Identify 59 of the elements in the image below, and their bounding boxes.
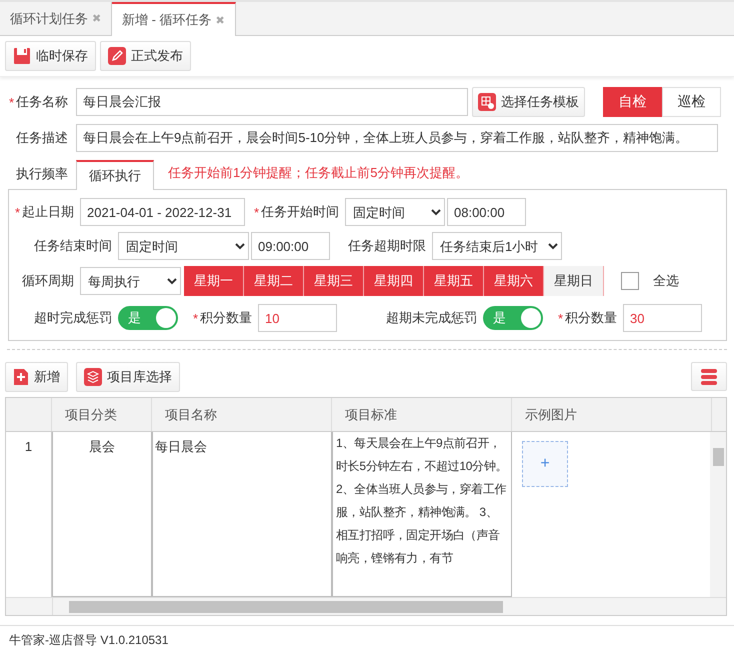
field-label: *积分数量 <box>556 309 618 327</box>
weekday-toggle[interactable]: 星期一 <box>184 266 244 296</box>
vertical-scrollbar[interactable] <box>710 432 726 597</box>
weekday-toggle[interactable]: 星期三 <box>304 266 364 296</box>
save-button[interactable]: 临时保存 <box>5 41 96 71</box>
template-icon <box>478 93 496 111</box>
field-label: *任务开始时间 <box>252 203 340 221</box>
field-label: *起止日期 <box>14 203 75 221</box>
frequency-tab[interactable]: 循环执行 <box>76 160 154 190</box>
field-label: *积分数量 <box>192 309 253 327</box>
add-document-icon <box>13 369 29 385</box>
field-label: 循环周期 <box>21 272 75 290</box>
field-label: 超时完成惩罚 <box>33 309 113 327</box>
points-field[interactable]: 10 <box>258 304 337 332</box>
reminder-text: 任务开始前1分钟提醒；任务截止前5分钟再次提醒。 <box>167 164 468 182</box>
field-label: 任务超期时限 <box>347 237 427 255</box>
task-name-field[interactable]: 每日晨会汇报 <box>76 88 468 116</box>
column-header: 示例图片 <box>512 398 712 431</box>
publish-button[interactable]: 正式发布 <box>100 41 191 71</box>
column-header: 项目名称 <box>152 398 332 431</box>
weekday-toggle[interactable]: 星期六 <box>484 266 544 296</box>
points-field[interactable]: 30 <box>623 304 702 332</box>
weekday-toggle[interactable]: 星期二 <box>244 266 304 296</box>
check-type-toggle[interactable]: 巡检 <box>662 87 721 117</box>
cycle-select[interactable]: 每周执行 <box>80 267 181 295</box>
end-time-mode-select[interactable]: 固定时间 <box>118 232 249 260</box>
page-tab[interactable]: 新增 - 循环任务 ✖ <box>112 2 236 36</box>
required-mark: * <box>192 310 198 326</box>
field-label: *任务名称 <box>8 93 69 111</box>
date-range-field[interactable]: 2021-04-01 - 2022-12-31 <box>80 198 245 226</box>
field-label: 执行频率 <box>15 165 69 183</box>
column-header: 项目标准 <box>332 398 512 431</box>
required-mark: * <box>254 204 259 220</box>
weekday-toggle[interactable]: 星期五 <box>424 266 484 296</box>
required-mark: * <box>14 204 20 220</box>
weekday-toggle[interactable]: 星期日 <box>544 266 604 296</box>
layers-icon <box>84 368 102 386</box>
checkbox[interactable] <box>621 272 639 290</box>
required-mark: * <box>8 94 14 110</box>
column-header: 项目分类 <box>52 398 152 431</box>
field-label: 任务描述 <box>15 129 69 147</box>
list-icon <box>700 368 718 384</box>
end-time-field[interactable]: 09:00:00 <box>251 232 330 260</box>
template-button[interactable]: 选择任务模板 <box>472 87 585 117</box>
checkbox-label: 全选 <box>653 272 680 290</box>
field-label: 超期未完成惩罚 <box>385 309 478 327</box>
weekday-toggle[interactable]: 星期四 <box>364 266 424 296</box>
start-time-mode-select[interactable]: 固定时间 <box>345 198 445 226</box>
column-settings-button[interactable] <box>691 362 727 391</box>
version-text: 牛管家-巡店督导 V1.0.210531 <box>0 625 734 652</box>
start-time-field[interactable]: 08:00:00 <box>447 198 526 226</box>
library-button[interactable]: 项目库选择 <box>76 362 180 392</box>
add-button[interactable]: 新增 <box>5 362 68 392</box>
overdue-limit-select[interactable]: 任务结束后1小时 <box>432 232 562 260</box>
task-description-field[interactable]: 每日晨会在上午9点前召开，晨会时间5-10分钟，全体上班人员参与，穿着工作服，站队整齐，精神饱满。 <box>76 124 718 152</box>
required-mark: * <box>558 310 563 326</box>
field-label: 任务结束时间 <box>33 237 113 255</box>
pen-icon <box>108 47 126 65</box>
check-type-toggle[interactable]: 自检 <box>603 87 662 117</box>
